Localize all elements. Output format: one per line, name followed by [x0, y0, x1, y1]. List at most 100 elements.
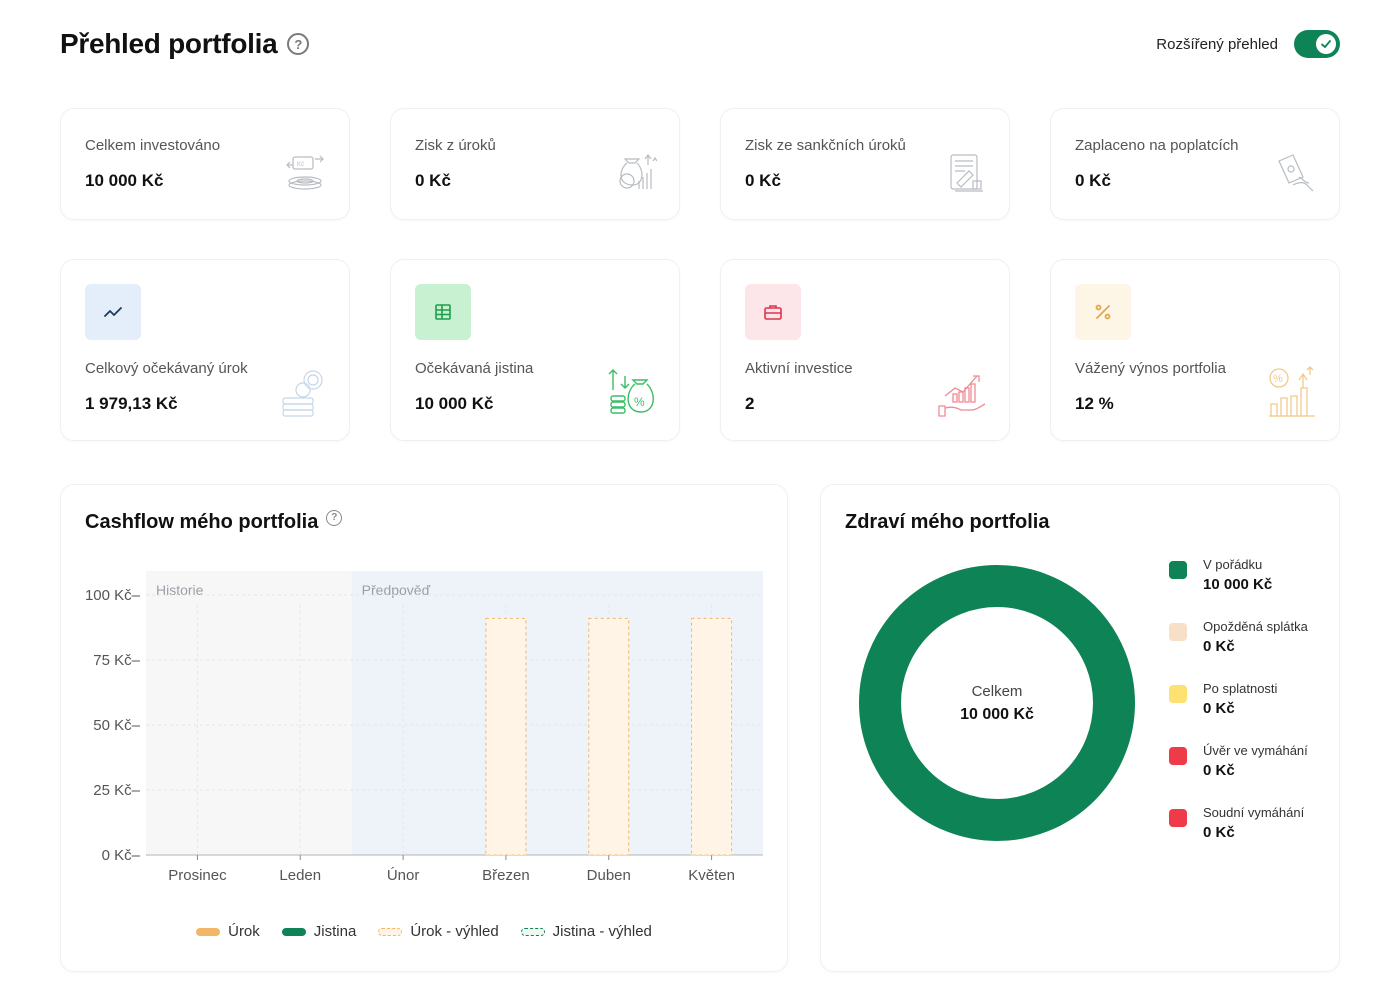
- y-tick-label: 0 Kč–: [102, 847, 141, 864]
- legend-swatch-interest: [196, 927, 221, 936]
- cashflow-title: Cashflow mého portfolia ?: [85, 509, 343, 534]
- stat-card-active-investments: Aktivní investice 2: [720, 259, 1010, 441]
- health-panel: Zdraví mého portfolia Celkem 10 000 Kč V…: [820, 484, 1340, 972]
- legend-color-dot: [1169, 747, 1187, 765]
- percent-icon: [1095, 304, 1111, 320]
- stat-label: Zaplaceno na poplatcích: [1075, 137, 1239, 154]
- stat-value: 10 000 Kč: [415, 394, 494, 413]
- briefcase-badge: [745, 284, 801, 340]
- forecast-label: Předpověď: [362, 582, 431, 598]
- legend-label: Úvěr ve vymáhání: [1203, 743, 1308, 758]
- legend-label: Po splatnosti: [1203, 681, 1278, 696]
- legend-item-principal-forecast[interactable]: Jistina - výhled: [520, 923, 652, 940]
- stat-label: Celkový očekávaný úrok: [85, 360, 248, 377]
- extended-view-toggle-wrap: Rozšířený přehled: [1156, 30, 1340, 58]
- stat-value: 0 Kč: [415, 171, 451, 190]
- stat-card-penalty-profit: Zisk ze sankčních úroků 0 Kč: [720, 108, 1010, 220]
- stat-value: 12 %: [1075, 394, 1114, 413]
- page-title: Přehled portfolia: [60, 28, 278, 59]
- legend-label: Úrok - výhled: [410, 923, 499, 940]
- legend-label: Soudní vymáhání: [1203, 805, 1305, 820]
- stat-card-expected-principal: Očekávaná jistina 10 000 Kč %: [390, 259, 680, 441]
- x-tick-label: Únor: [387, 867, 420, 884]
- legend-color-dot: [1169, 561, 1187, 579]
- donut-center-value: 10 000 Kč: [960, 705, 1034, 723]
- x-tick-label: Duben: [587, 867, 631, 884]
- stat-label: Vážený výnos portfolia: [1075, 360, 1226, 377]
- stat-card-expected-interest: Celkový očekávaný úrok 1 979,13 Kč: [60, 259, 350, 441]
- donut-center: Celkem 10 000 Kč: [859, 565, 1135, 841]
- stat-value: 10 000 Kč: [85, 171, 164, 190]
- legend-item-interest[interactable]: Úrok: [196, 923, 260, 940]
- title-wrap: Přehled portfolia ?: [60, 28, 310, 60]
- legend-label: Opožděná splátka: [1203, 619, 1308, 634]
- document-penalty-icon: [950, 154, 983, 192]
- stat-label: Celkem investováno: [85, 137, 221, 154]
- legend-color-dot: [1169, 623, 1187, 641]
- money-bag-growth-icon: [619, 154, 657, 189]
- legend-color-dot: [1169, 685, 1187, 703]
- table-icon: [435, 304, 451, 320]
- cashflow-panel: Cashflow mého portfolia ? Historie Předpo…: [60, 484, 788, 972]
- x-tick-label: Březen: [482, 867, 530, 884]
- y-tick-label: 75 Kč–: [93, 652, 140, 669]
- health-legend-ok[interactable]: V pořádku 10 000 Kč: [1169, 557, 1308, 617]
- percent-badge: [1075, 284, 1131, 340]
- stat-label: Očekávaná jistina: [415, 360, 534, 377]
- bar-úrok---výhled[interactable]: [485, 617, 527, 856]
- trend-line-icon: [104, 307, 122, 317]
- svg-text:%: %: [1273, 373, 1283, 385]
- x-tick-label: Leden: [279, 867, 321, 884]
- cashflow-legend: Úrok Jistina Úrok - výhled Jistina - výh…: [61, 923, 787, 940]
- bar-úrok---výhled[interactable]: [588, 617, 630, 856]
- check-icon: [1321, 40, 1331, 48]
- health-title: Zdraví mého portfolia: [845, 511, 1049, 534]
- cashflow-chart: Historie Předpověď 0 Kč– 25 Kč– 50 Kč– 75 Kč–…: [85, 571, 763, 884]
- help-icon[interactable]: ?: [326, 509, 343, 526]
- stat-card-interest-profit: Zisk z úroků 0 Kč: [390, 108, 680, 220]
- y-tick-label: 25 Kč–: [93, 782, 140, 799]
- legend-label: Jistina: [313, 923, 357, 940]
- legend-swatch-principal-forecast: [520, 927, 545, 936]
- stat-label: Aktivní investice: [745, 360, 853, 377]
- x-tick-label: Květen: [688, 867, 735, 884]
- history-zone: [146, 571, 352, 855]
- help-icon[interactable]: ?: [287, 33, 310, 55]
- stat-card-total-invested: Celkem investováno 10 000 Kč Kč: [60, 108, 350, 220]
- legend-value: 0 Kč: [1203, 762, 1235, 779]
- stat-card-fees-paid: Zaplaceno na poplatcích 0 Kč: [1050, 108, 1340, 220]
- stat-value: 0 Kč: [745, 171, 781, 190]
- bar-úrok---výhled[interactable]: [691, 617, 733, 856]
- history-label: Historie: [156, 582, 204, 598]
- legend-item-principal[interactable]: Jistina: [281, 923, 357, 940]
- page-header: Přehled portfolia ? Rozšířený přehled: [60, 26, 1340, 62]
- health-legend-court[interactable]: Soudní vymáhání 0 Kč: [1169, 805, 1308, 865]
- svg-text:Kč: Kč: [297, 162, 304, 168]
- health-legend-late[interactable]: Opožděná splátka 0 Kč: [1169, 619, 1308, 679]
- legend-value: 0 Kč: [1203, 824, 1235, 841]
- trend-badge: [85, 284, 141, 340]
- coins-stack-icon: [282, 370, 323, 417]
- legend-label: V pořádku: [1203, 557, 1263, 572]
- legend-value: 0 Kč: [1203, 700, 1235, 717]
- stat-value: 0 Kč: [1075, 171, 1111, 190]
- cashflow-title-text: Cashflow mého portfolia: [85, 511, 319, 533]
- stat-card-weighted-yield: Vážený výnos portfolia 12 % %: [1050, 259, 1340, 441]
- health-legend-collection[interactable]: Úvěr ve vymáhání 0 Kč: [1169, 743, 1308, 803]
- health-legend: V pořádku 10 000 Kč Opožděná splátka 0 K…: [1169, 555, 1308, 865]
- y-tick-label: 50 Kč–: [93, 717, 140, 734]
- extended-view-toggle[interactable]: [1294, 30, 1340, 58]
- hand-payment-icon: [1278, 154, 1314, 192]
- legend-label: Úrok: [228, 923, 260, 940]
- legend-value: 10 000 Kč: [1203, 576, 1273, 593]
- table-badge: [415, 284, 471, 340]
- toggle-knob: [1316, 34, 1336, 54]
- hand-growth-chart-icon: [938, 375, 986, 417]
- percent-bar-chart-icon: %: [1269, 366, 1315, 417]
- health-legend-overdue[interactable]: Po splatnosti 0 Kč: [1169, 681, 1308, 741]
- y-tick-label: 100 Kč–: [85, 587, 141, 604]
- legend-swatch-principal: [281, 927, 306, 936]
- legend-color-dot: [1169, 809, 1187, 827]
- legend-item-interest-forecast[interactable]: Úrok - výhled: [378, 923, 499, 940]
- toggle-label: Rozšířený přehled: [1156, 35, 1278, 53]
